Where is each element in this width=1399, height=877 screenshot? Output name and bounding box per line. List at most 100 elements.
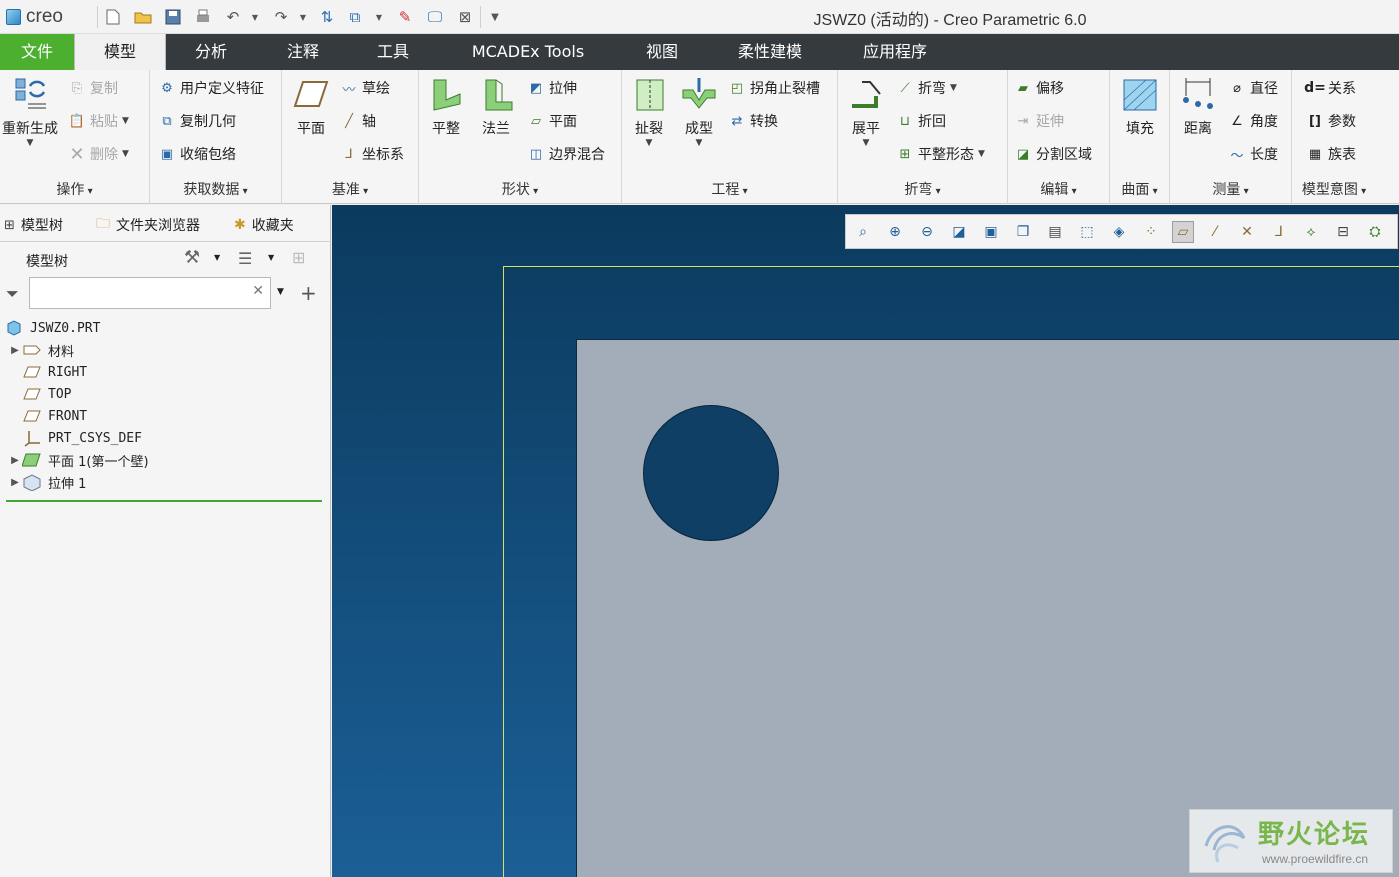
group-label-surfaces[interactable]: 曲面 xyxy=(1110,179,1169,199)
regenerate-icon[interactable]: ⇅ xyxy=(318,8,336,26)
point-display-icon[interactable]: ✕ xyxy=(1236,221,1258,243)
tree-item-csys[interactable]: PRT_CSYS_DEF xyxy=(22,427,142,449)
extend-button[interactable]: ⇥ 延伸 xyxy=(1014,111,1064,131)
add-icon[interactable]: + xyxy=(300,281,317,305)
plane-display-icon[interactable]: ⁘ xyxy=(1140,221,1162,243)
unbend-button[interactable]: 展平 ▼ xyxy=(842,76,890,148)
group-label-shapes[interactable]: 形状 xyxy=(419,179,621,199)
datum-plane-button[interactable]: 平面 xyxy=(286,76,336,138)
expand-icon[interactable]: ▶ xyxy=(8,345,22,356)
tab-model[interactable]: 模型 xyxy=(74,34,166,70)
windows-icon[interactable]: ⧉ xyxy=(346,8,364,26)
axis-button[interactable]: ╱ 轴 xyxy=(340,111,376,131)
bend-button[interactable]: ⟋ 折弯 ▼ xyxy=(896,78,956,98)
display-icon[interactable]: 🖵 xyxy=(426,8,444,26)
hole-feature[interactable] xyxy=(643,405,779,541)
fill-button[interactable]: 填充 xyxy=(1116,76,1164,138)
paste-button[interactable]: 📋 粘贴 ▼ xyxy=(68,111,129,131)
appearance-icon[interactable]: ⛭ xyxy=(1364,221,1386,243)
search-dropdown-icon[interactable]: ▼ xyxy=(277,287,284,297)
split-area-button[interactable]: ◪ 分割区域 xyxy=(1014,144,1092,164)
annotation-display-icon[interactable]: ⊟ xyxy=(1332,221,1354,243)
family-table-button[interactable]: ▦ 族表 xyxy=(1306,144,1356,164)
zoom-in-icon[interactable]: ⊕ xyxy=(884,221,906,243)
group-label-get-data[interactable]: 获取数据 xyxy=(150,179,281,199)
angle-button[interactable]: ∠ 角度 xyxy=(1228,111,1278,131)
repaint-icon[interactable]: ◪ xyxy=(948,221,970,243)
chevron-down-icon[interactable]: ▼ xyxy=(268,253,274,262)
offset-button[interactable]: ▰ 偏移 xyxy=(1014,78,1064,98)
display-style-icon[interactable]: ▣ xyxy=(980,221,1002,243)
copy-geometry-button[interactable]: ⧉ 复制几何 xyxy=(158,111,236,131)
flange-button[interactable]: 法兰 xyxy=(473,76,519,138)
sketch-button[interactable]: 〰草绘 xyxy=(340,78,390,98)
erase-icon[interactable]: ✎ xyxy=(396,8,414,26)
group-label-operations[interactable]: 操作 xyxy=(0,179,149,199)
tree-item-material[interactable]: ▶ 材料 xyxy=(8,339,74,361)
regenerate-button[interactable]: 重新生成 ▼ xyxy=(0,76,60,148)
tree-item-extrude[interactable]: ▶ 拉伸 1 xyxy=(8,471,86,493)
close-window-icon[interactable]: ⊠ xyxy=(456,8,474,26)
columns-icon[interactable]: ⊞ xyxy=(292,248,305,267)
relations-button[interactable]: d= 关系 xyxy=(1304,78,1356,98)
extrude-button[interactable]: ◩ 拉伸 xyxy=(527,78,577,98)
search-input[interactable] xyxy=(34,278,244,306)
csys-display-icon[interactable]: ⅃ xyxy=(1268,221,1290,243)
chevron-down-icon[interactable]: ▼ xyxy=(214,253,220,262)
insert-indicator[interactable] xyxy=(6,500,322,502)
convert-button[interactable]: ⇄ 转换 xyxy=(728,111,778,131)
length-button[interactable]: 〜长度 xyxy=(1228,144,1278,164)
shrinkwrap-button[interactable]: ▣ 收缩包络 xyxy=(158,144,236,164)
boundary-blend-button[interactable]: ◫ 边界混合 xyxy=(527,144,605,164)
tab-flexible-modeling[interactable]: 柔性建模 xyxy=(725,34,815,70)
customize-icon[interactable]: ▼ xyxy=(486,8,504,26)
perspective-icon[interactable]: ⬚ xyxy=(1076,221,1098,243)
spin-center-icon[interactable]: ⟡ xyxy=(1300,221,1322,243)
open-icon[interactable] xyxy=(134,8,152,26)
rip-button[interactable]: 扯裂 ▼ xyxy=(626,76,672,148)
filter-icon[interactable]: ⏷ xyxy=(6,284,19,304)
csys-button[interactable]: ⅃ 坐标系 xyxy=(340,144,404,164)
expand-icon[interactable]: ▶ xyxy=(8,477,22,488)
tree-item-front[interactable]: FRONT xyxy=(22,405,87,427)
group-label-measure[interactable]: 测量 xyxy=(1170,179,1291,199)
flat-wall-button[interactable]: 平整 xyxy=(423,76,469,138)
form-button[interactable]: 成型 ▼ xyxy=(676,76,722,148)
new-icon[interactable] xyxy=(104,8,122,26)
section-icon[interactable]: ◈ xyxy=(1108,221,1130,243)
print-icon[interactable] xyxy=(194,8,212,26)
tree-item-top[interactable]: TOP xyxy=(22,383,71,405)
diameter-button[interactable]: ⌀ 直径 xyxy=(1228,78,1278,98)
copy-button[interactable]: ⎘ 复制 xyxy=(68,78,118,98)
tab-view[interactable]: 视图 xyxy=(627,34,697,70)
undo-icon[interactable]: ↶ xyxy=(224,8,242,26)
windows-dropdown-icon[interactable]: ▼ xyxy=(370,8,388,26)
tab-applications[interactable]: 应用程序 xyxy=(850,34,940,70)
group-label-engineering[interactable]: 工程 xyxy=(622,179,837,199)
group-label-editing[interactable]: 编辑 xyxy=(1008,179,1109,199)
zoom-out-icon[interactable]: ⊖ xyxy=(916,221,938,243)
tab-favorites[interactable]: ✱ 收藏夹 xyxy=(234,212,294,238)
axis-display-icon[interactable]: ⁄ xyxy=(1204,221,1226,243)
tab-file[interactable]: 文件 xyxy=(0,34,74,70)
tree-item-root[interactable]: JSWZ0.PRT xyxy=(4,317,100,339)
tab-analysis[interactable]: 分析 xyxy=(176,34,246,70)
bend-back-button[interactable]: ⊔ 折回 xyxy=(896,111,946,131)
settings-tools-icon[interactable]: ⚒ xyxy=(184,247,200,268)
save-icon[interactable] xyxy=(164,8,182,26)
corner-relief-button[interactable]: ◰ 拐角止裂槽 xyxy=(728,78,820,98)
view-manager-icon[interactable]: ▤ xyxy=(1044,221,1066,243)
udf-button[interactable]: ⚙ 用户定义特征 xyxy=(158,78,264,98)
group-label-model-intent[interactable]: 模型意图 xyxy=(1292,179,1376,199)
tree-item-right[interactable]: RIGHT xyxy=(22,361,87,383)
tab-annotate[interactable]: 注释 xyxy=(268,34,338,70)
redo-icon[interactable]: ↷ xyxy=(272,8,290,26)
group-label-bends[interactable]: 折弯 xyxy=(838,179,1007,199)
distance-button[interactable]: 距离 xyxy=(1174,76,1222,138)
search-field[interactable]: ✕ xyxy=(29,277,271,309)
saved-views-icon[interactable]: ❐ xyxy=(1012,221,1034,243)
redo-dropdown-icon[interactable]: ▼ xyxy=(294,8,312,26)
plane-tag-display-icon[interactable]: ▱ xyxy=(1172,221,1194,243)
tab-folder-browser[interactable]: 🗀 文件夹浏览器 xyxy=(96,212,200,238)
tree-item-flat-wall[interactable]: ▶ 平面 1(第一个壁) xyxy=(8,449,149,471)
